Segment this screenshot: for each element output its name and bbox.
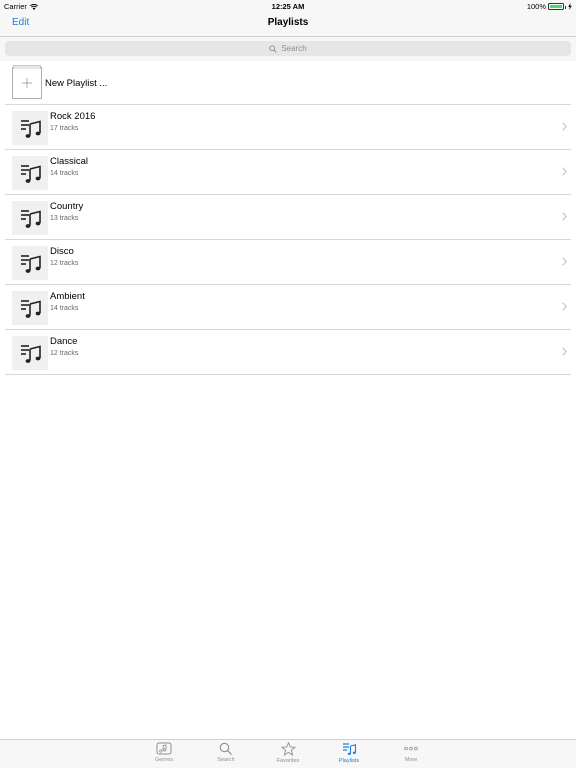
search-placeholder: Search (281, 44, 307, 53)
new-playlist-thumbnail (12, 65, 42, 99)
playlist-icon (21, 345, 41, 363)
playlist-thumbnail (12, 201, 48, 235)
tab-label: Search (217, 757, 235, 763)
chevron-right-icon (562, 122, 567, 131)
playlist-thumbnail (12, 336, 48, 370)
status-bar: Carrier 12:25 AM 100% (0, 0, 576, 12)
playlist-thumbnail (12, 291, 48, 325)
playlist-title: Classical (50, 156, 89, 167)
search-icon (269, 44, 278, 53)
playlist-track-count: 13 tracks (50, 215, 79, 222)
tab-genres[interactable]: Genres (144, 742, 184, 768)
star-icon (280, 742, 296, 756)
search-bar-container: Search (0, 37, 576, 61)
playlist-icon (21, 120, 41, 138)
playlist-title: Ambient (50, 291, 85, 302)
chevron-right-icon (562, 212, 567, 221)
tab-search[interactable]: Search (206, 742, 246, 768)
tab-label: Favorites (276, 758, 300, 764)
tab-bar: Genres Search Favorites Playlists More (0, 739, 576, 768)
chevron-right-icon (562, 167, 567, 176)
tab-label: Playlists (338, 758, 360, 764)
playlist-title: Rock 2016 (50, 111, 96, 122)
battery-percent: 100% (526, 2, 546, 11)
battery-icon (548, 3, 566, 10)
search-icon (219, 742, 232, 755)
tab-favorites[interactable]: Favorites (268, 742, 308, 768)
playlist-track-count: 12 tracks (50, 260, 79, 267)
playlist-icon (21, 300, 41, 318)
search-input[interactable]: Search (5, 41, 571, 56)
playlist-track-count: 12 tracks (50, 350, 79, 357)
tab-label: Genres (154, 757, 174, 763)
playlist-row[interactable]: Dance 12 tracks (5, 330, 571, 375)
battery-fill (550, 5, 562, 8)
playlist-row[interactable]: Disco 12 tracks (5, 240, 571, 285)
status-right: 100% (527, 2, 572, 11)
navigation-bar: Edit Playlists (0, 12, 576, 37)
playlist-title: Dance (50, 336, 78, 347)
playlist-icon (21, 165, 41, 183)
playlist-icon (21, 210, 41, 228)
page-title: Playlists (267, 17, 309, 28)
tab-label: More (404, 757, 418, 763)
more-icon (404, 746, 418, 751)
chevron-right-icon (562, 302, 567, 311)
playlist-icon (21, 255, 41, 273)
playlist-title: Disco (50, 246, 74, 257)
charging-icon (568, 3, 572, 10)
new-playlist-row[interactable]: New Playlist ... (5, 61, 571, 105)
genres-icon (156, 742, 172, 755)
playlist-thumbnail (12, 156, 48, 190)
playlist-row[interactable]: Classical 14 tracks (5, 150, 571, 195)
playlist-row[interactable]: Country 13 tracks (5, 195, 571, 240)
chevron-right-icon (562, 347, 567, 356)
playlist-title: Country (50, 201, 84, 212)
playlist-thumbnail (12, 246, 48, 280)
status-time: 12:25 AM (271, 2, 305, 11)
playlist-track-count: 17 tracks (50, 125, 79, 132)
tab-more[interactable]: More (391, 742, 431, 768)
plus-icon (22, 78, 32, 88)
playlist-track-count: 14 tracks (50, 170, 79, 177)
new-playlist-label: New Playlist ... (45, 78, 108, 89)
playlist-thumbnail (12, 111, 48, 145)
tab-playlists[interactable]: Playlists (329, 742, 369, 768)
playlist-icon (342, 743, 356, 755)
playlist-track-count: 14 tracks (50, 305, 79, 312)
playlist-row[interactable]: Rock 2016 17 tracks (5, 105, 571, 150)
playlist-row[interactable]: Ambient 14 tracks (5, 285, 571, 330)
chevron-right-icon (562, 257, 567, 266)
